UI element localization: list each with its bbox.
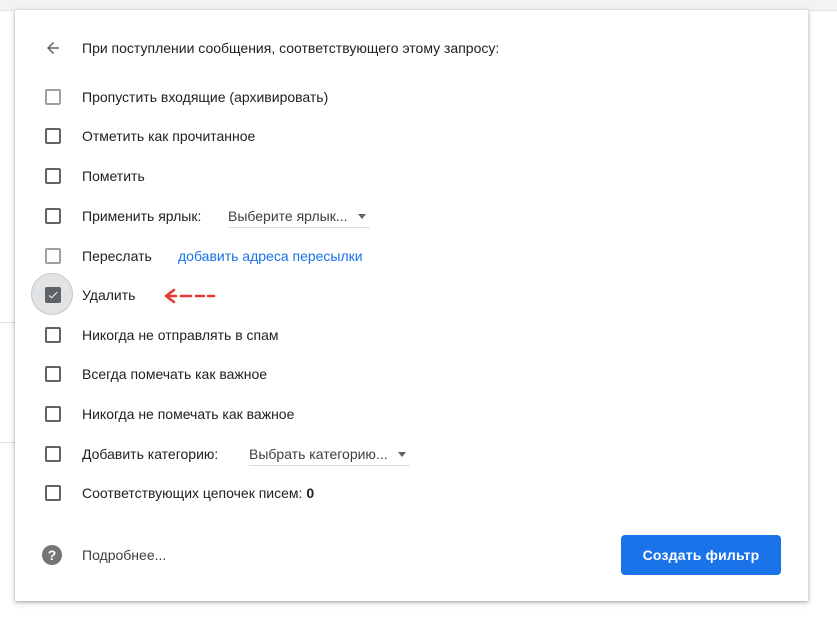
background-divider <box>0 322 15 323</box>
category-select-dropdown[interactable]: Выбрать категорию... <box>249 443 410 466</box>
arrow-back-icon <box>47 42 59 54</box>
apply-label-label: Применить ярлык: <box>82 208 202 224</box>
add-forwarding-address-link[interactable]: добавить адреса пересылки <box>178 248 363 264</box>
dropdown-arrow-icon <box>397 451 406 457</box>
never-important-checkbox[interactable] <box>43 404 63 424</box>
action-row-always-important: Всегда помечать как важное <box>15 362 808 386</box>
action-row-never-spam: Никогда не отправлять в спам <box>15 323 808 347</box>
category-select-value: Выбрать категорию... <box>249 446 388 462</box>
action-row-apply-label: Применить ярлык: Выберите ярлык... <box>15 204 808 228</box>
checkmark-icon <box>48 291 58 299</box>
action-row-delete: Удалить <box>15 273 808 315</box>
category-checkbox[interactable] <box>43 444 63 464</box>
learn-more-link[interactable]: Подробнее... <box>82 545 166 565</box>
action-row-category: Добавить категорию: Выбрать категорию... <box>15 442 808 466</box>
mark-read-checkbox[interactable] <box>43 126 63 146</box>
never-spam-checkbox[interactable] <box>43 325 63 345</box>
never-spam-label: Никогда не отправлять в спам <box>82 327 279 343</box>
delete-checkbox-box <box>45 287 61 303</box>
dropdown-arrow-icon <box>357 213 366 219</box>
annotation-arrow-icon <box>164 288 216 304</box>
create-filter-button[interactable]: Создать фильтр <box>621 535 781 575</box>
forward-checkbox[interactable] <box>43 246 63 266</box>
delete-label: Удалить <box>82 287 136 303</box>
label-select-dropdown[interactable]: Выберите ярлык... <box>228 205 370 228</box>
star-checkbox[interactable] <box>43 166 63 186</box>
action-row-skip-inbox: Пропустить входящие (архивировать) <box>15 85 808 109</box>
never-important-label: Никогда не помечать как важное <box>82 406 295 422</box>
label-select-value: Выберите ярлык... <box>228 208 348 224</box>
skip-inbox-label: Пропустить входящие (архивировать) <box>82 89 329 105</box>
matching-threads-count: 0 <box>306 485 315 501</box>
category-label: Добавить категорию: <box>82 446 219 462</box>
always-important-label: Всегда помечать как важное <box>82 366 268 382</box>
skip-inbox-checkbox[interactable] <box>43 87 63 107</box>
matching-threads-checkbox[interactable] <box>43 483 63 503</box>
help-icon[interactable]: ? <box>42 545 62 565</box>
action-row-matching-threads: Соответствующих цепочек писем: 0 <box>15 481 808 505</box>
mark-read-label: Отметить как прочитанное <box>82 128 256 144</box>
star-label: Пометить <box>82 168 145 184</box>
action-row-mark-read: Отметить как прочитанное <box>15 124 808 148</box>
matching-threads-label: Соответствующих цепочек писем: 0 <box>82 485 315 501</box>
apply-label-checkbox[interactable] <box>43 206 63 226</box>
background-divider <box>0 442 15 443</box>
delete-checkbox[interactable] <box>31 273 73 315</box>
create-filter-dialog: При поступлении сообщения, соответствующ… <box>15 10 808 601</box>
dialog-title: При поступлении сообщения, соответствующ… <box>82 40 500 56</box>
forward-label: Переслать <box>82 248 152 264</box>
action-row-forward: Переслать добавить адреса пересылки <box>15 244 808 268</box>
always-important-checkbox[interactable] <box>43 364 63 384</box>
dialog-header: При поступлении сообщения, соответствующ… <box>15 36 808 60</box>
action-row-star: Пометить <box>15 164 808 188</box>
back-button[interactable] <box>41 36 65 60</box>
action-row-never-important: Никогда не помечать как важное <box>15 402 808 426</box>
